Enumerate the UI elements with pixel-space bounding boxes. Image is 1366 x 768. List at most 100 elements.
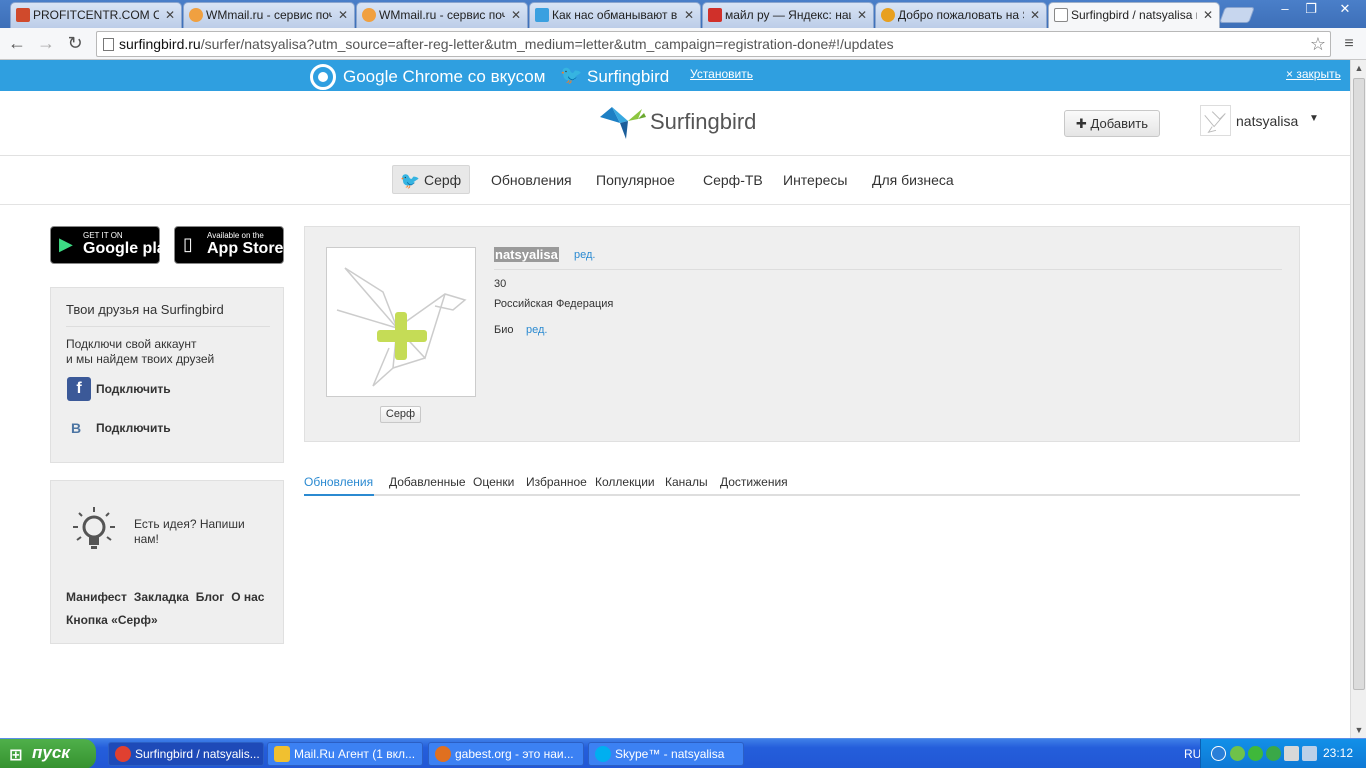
monitor-icon[interactable] xyxy=(1302,746,1317,761)
profile-country: Российская Федерация xyxy=(494,298,614,310)
facebook-icon[interactable]: f xyxy=(67,377,91,401)
app-store-button[interactable]: ▯ Available on the App Store xyxy=(174,226,284,264)
subtab-channels[interactable]: Каналы xyxy=(665,475,708,489)
chevron-left-icon[interactable] xyxy=(1211,746,1226,761)
taskbar-item-label: Surfingbird / natsyalis... xyxy=(135,747,260,761)
subtab-favorites[interactable]: Избранное xyxy=(526,475,587,489)
close-promo-link[interactable]: × закрыть xyxy=(1286,67,1341,81)
taskbar-item-firefox[interactable]: gabest.org - это наи... xyxy=(428,742,584,766)
close-icon[interactable]: ✕ xyxy=(1203,3,1213,27)
profile-name: natsyalisa xyxy=(494,247,559,262)
promo-text: Google Chrome со вкусом xyxy=(343,67,546,86)
forward-arrow-icon[interactable]: → xyxy=(34,32,58,56)
lightbulb-icon xyxy=(73,507,115,549)
scroll-down-icon[interactable]: ▼ xyxy=(1351,722,1366,738)
profile-panel: Серф natsyalisa ред. 30 Российская Федер… xyxy=(304,226,1300,442)
nav-interests[interactable]: Интересы xyxy=(783,172,847,188)
surf-button[interactable]: 🐦 Серф xyxy=(392,165,470,194)
app-store-big-text: App Store xyxy=(207,240,284,257)
start-button[interactable]: ⊞ пуск xyxy=(0,739,96,768)
back-arrow-icon[interactable]: ← xyxy=(5,32,29,56)
avatar xyxy=(1200,105,1231,136)
url-path: /surfer/natsyalisa?utm_source=after-reg-… xyxy=(200,36,894,52)
profile-age: 30 xyxy=(494,278,507,290)
keyboard-icon[interactable] xyxy=(1284,746,1299,761)
vk-icon[interactable]: B xyxy=(71,420,81,436)
maximize-icon[interactable]: ❐ xyxy=(1298,0,1324,18)
page-icon xyxy=(103,38,114,51)
close-icon[interactable]: ✕ xyxy=(165,3,175,27)
subtab-achievements[interactable]: Достижения xyxy=(720,475,788,489)
subtab-ratings[interactable]: Оценки xyxy=(473,475,514,489)
browser-tab-2[interactable]: WMmail.ru - сервис почт ✕ xyxy=(183,2,355,28)
new-tab-button[interactable] xyxy=(1219,7,1255,23)
taskbar-item-mail-agent[interactable]: Mail.Ru Агент (1 вкл... xyxy=(267,742,423,766)
bookmark-star-icon[interactable]: ☆ xyxy=(1310,32,1326,56)
vertical-scrollbar[interactable]: ▲ ▼ xyxy=(1350,60,1366,738)
friends-title: Твои друзья на Surfingbird xyxy=(66,302,224,317)
close-window-icon[interactable]: ✕ xyxy=(1328,0,1362,18)
add-button[interactable]: ✚ Добавить xyxy=(1064,110,1160,137)
browser-tab-5[interactable]: майл ру — Яндекс: наш ✕ xyxy=(702,2,874,28)
browser-tab-4[interactable]: Как нас обманывают в ✕ xyxy=(529,2,701,28)
address-bar[interactable]: surfingbird.ru/surfer/natsyalisa?utm_sou… xyxy=(96,31,1331,57)
close-icon[interactable]: ✕ xyxy=(511,3,521,27)
close-icon[interactable]: ✕ xyxy=(338,3,348,27)
taskbar-item-chrome[interactable]: Surfingbird / natsyalis... xyxy=(108,742,264,766)
envelope-icon xyxy=(274,746,290,762)
close-icon[interactable]: ✕ xyxy=(1030,3,1040,27)
skype-icon xyxy=(595,746,611,762)
subtab-collections[interactable]: Коллекции xyxy=(595,475,655,489)
nav-business[interactable]: Для бизнеса xyxy=(872,172,954,188)
browser-tab-1[interactable]: PROFITCENTR.COM Сис ✕ xyxy=(10,2,182,28)
nav-surf-tv[interactable]: Серф-ТВ xyxy=(703,172,763,188)
install-link[interactable]: Установить xyxy=(690,67,753,81)
subtab-added[interactable]: Добавленные xyxy=(389,475,466,489)
link-surf-button[interactable]: Кнопка «Серф» xyxy=(66,613,158,627)
info-icon[interactable] xyxy=(1266,746,1281,761)
browser-tab-7-active[interactable]: Surfingbird / natsyalisa н ✕ xyxy=(1048,2,1220,28)
scrollbar-thumb[interactable] xyxy=(1353,78,1365,690)
yandex-icon xyxy=(708,8,722,22)
browser-tab-6[interactable]: Добро пожаловать на S ✕ xyxy=(875,2,1047,28)
vk-connect-link[interactable]: Подключить xyxy=(96,421,171,435)
browser-tab-3[interactable]: WMmail.ru - сервис почт ✕ xyxy=(356,2,528,28)
link-bookmarklet[interactable]: Закладка xyxy=(134,590,189,604)
edit-bio-link[interactable]: ред. xyxy=(526,324,547,336)
profile-avatar[interactable] xyxy=(326,247,476,397)
close-icon[interactable]: ✕ xyxy=(684,3,694,27)
google-play-button[interactable]: ▶ GET IT ON Google play xyxy=(50,226,175,264)
nav-popular[interactable]: Популярное xyxy=(596,172,675,188)
url-text[interactable]: surfingbird.ru/surfer/natsyalisa?utm_sou… xyxy=(119,32,894,56)
start-label: пуск xyxy=(32,743,70,762)
profile-subtabs: Обновления Добавленные Оценки Избранное … xyxy=(304,473,1300,496)
scroll-up-icon[interactable]: ▲ xyxy=(1351,60,1366,76)
link-manifesto[interactable]: Манифест xyxy=(66,590,127,604)
surf-badge[interactable]: Серф xyxy=(380,406,421,423)
chrome-icon xyxy=(115,746,131,762)
edit-name-link[interactable]: ред. xyxy=(574,249,595,261)
agent-status-icon[interactable] xyxy=(1230,746,1245,761)
tab-title: майл ру — Яндекс: наш xyxy=(725,8,851,22)
nav-updates[interactable]: Обновления xyxy=(491,172,572,188)
link-blog[interactable]: Блог xyxy=(196,590,224,604)
reload-icon[interactable]: ↻ xyxy=(63,32,87,56)
user-menu[interactable]: natsyalisa ▼ xyxy=(1200,105,1330,137)
site-logo[interactable]: Surfingbird xyxy=(598,103,758,143)
divider xyxy=(494,269,1282,270)
link-about[interactable]: О нас xyxy=(231,590,264,604)
plane-icon xyxy=(535,8,549,22)
at-sign-icon[interactable] xyxy=(1248,746,1263,761)
tab-title: Как нас обманывают в xyxy=(552,8,678,22)
ideas-text[interactable]: Есть идея? Напиши нам! xyxy=(134,517,264,547)
language-indicator[interactable]: RU xyxy=(1184,747,1201,761)
origami-bird-icon xyxy=(336,267,467,387)
active-tab-indicator xyxy=(304,494,374,496)
minimize-icon[interactable]: – xyxy=(1272,0,1298,18)
close-icon[interactable]: ✕ xyxy=(857,3,867,27)
clock: 23:12 xyxy=(1323,746,1354,760)
taskbar-item-skype[interactable]: Skype™ - natsyalisa xyxy=(588,742,744,766)
subtab-updates[interactable]: Обновления xyxy=(304,475,373,489)
menu-icon[interactable]: ≡ xyxy=(1340,33,1358,55)
facebook-connect-link[interactable]: Подключить xyxy=(96,382,171,396)
